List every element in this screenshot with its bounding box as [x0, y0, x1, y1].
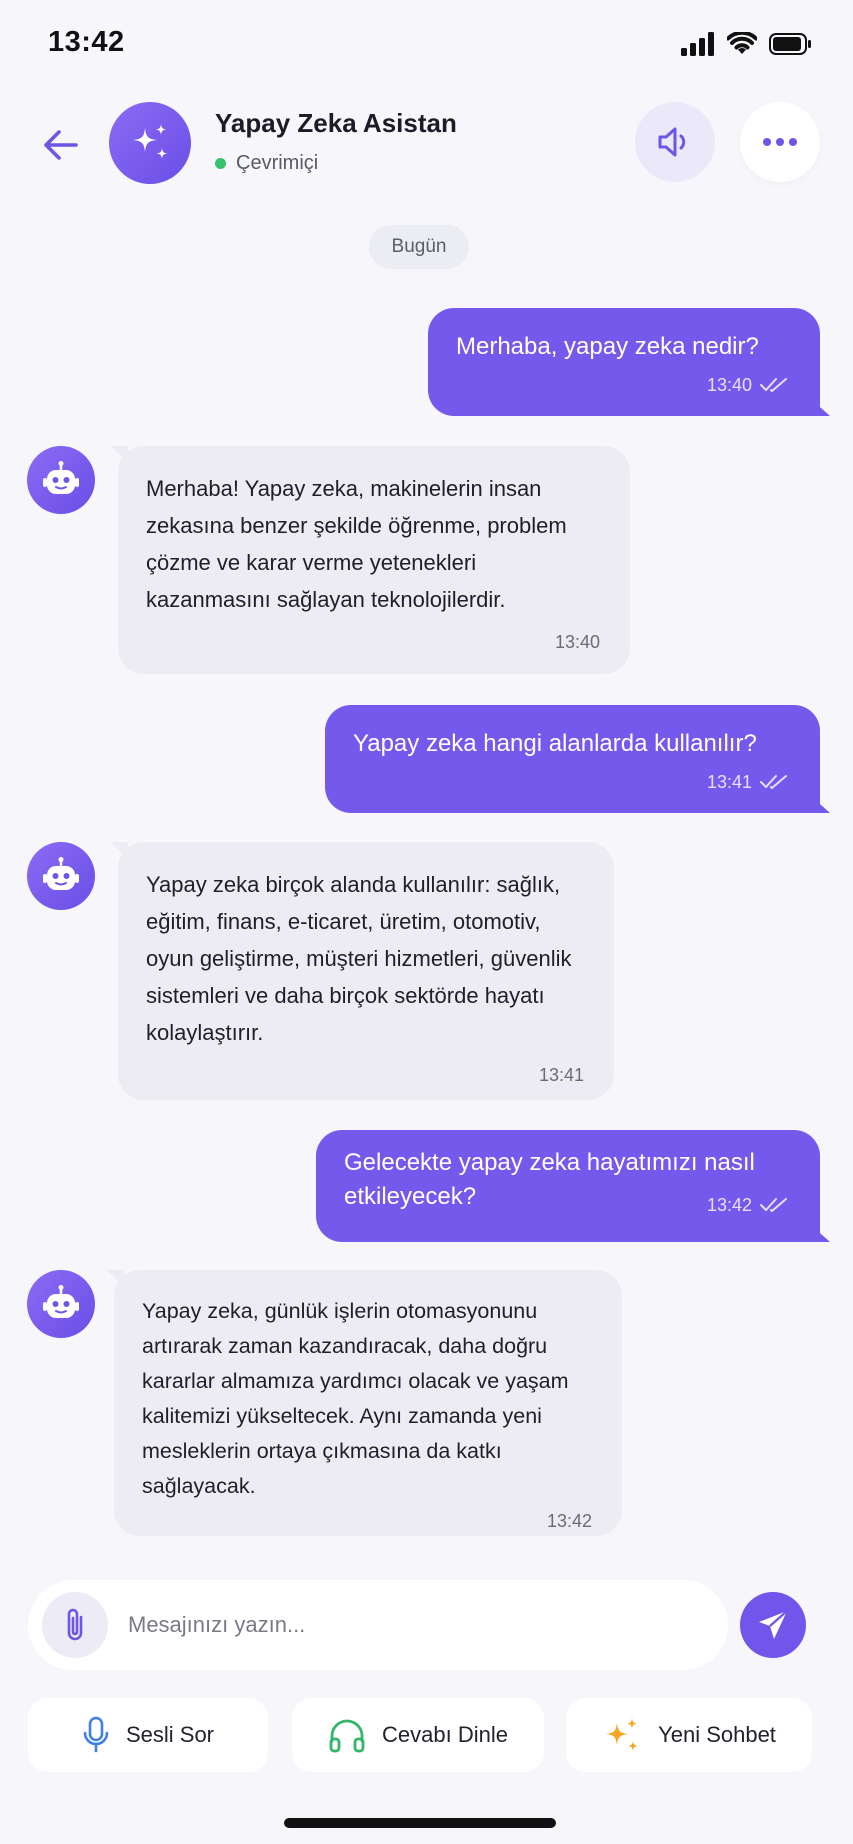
- double-check-icon: [760, 1198, 787, 1212]
- message-time: 13:42: [706, 1195, 752, 1215]
- speaker-button[interactable]: [635, 102, 715, 182]
- double-check-icon: [760, 775, 787, 789]
- chat-header: Yapay Zeka Asistan Çevrimiçi: [0, 90, 853, 200]
- paperclip-icon: [67, 1608, 83, 1641]
- speaker-icon: [658, 127, 686, 157]
- attach-button[interactable]: [42, 1592, 108, 1658]
- user-message: Merhaba, yapay zeka nedir? 13:40: [428, 308, 830, 416]
- quick-action-new-chat[interactable]: Yeni Sohbet: [566, 1698, 812, 1772]
- microphone-icon: [83, 1716, 109, 1753]
- message-composer: [28, 1580, 728, 1670]
- message-text: Yapay zeka hangi alanlarda kullanılır?: [353, 730, 757, 757]
- assistant-message: Yapay zeka, günlük işlerin otomasyonunu …: [106, 1270, 622, 1536]
- sparkles-icon: [606, 1718, 639, 1751]
- send-icon: [759, 1610, 788, 1639]
- quick-action-listen-answer[interactable]: Cevabı Dinle: [292, 1698, 544, 1772]
- message-text: Yapay zeka, günlük işlerin otomasyonunu …: [142, 1299, 569, 1498]
- robot-icon: [43, 461, 79, 494]
- bot-avatar: [27, 1270, 95, 1338]
- status-time: 13:42: [48, 26, 125, 58]
- message-time: 13:40: [706, 375, 752, 395]
- headphones-icon: [329, 1719, 365, 1753]
- bot-avatar: [27, 842, 95, 910]
- message-time: 13:41: [538, 1065, 584, 1085]
- assistant-avatar: [109, 102, 191, 184]
- message-meta: 13:40: [456, 368, 788, 402]
- more-horizontal-icon: [763, 138, 797, 146]
- quick-action-label: Cevabı Dinle: [382, 1722, 508, 1747]
- sparkles-icon: [133, 124, 168, 159]
- assistant-message: Merhaba! Yapay zeka, makinelerin insan z…: [110, 446, 630, 674]
- message-input[interactable]: [128, 1602, 708, 1648]
- robot-icon: [43, 857, 79, 890]
- home-indicator: [284, 1818, 556, 1828]
- status-bar: 13:42: [0, 0, 853, 90]
- assistant-message: Yapay zeka birçok alanda kullanılır: sağ…: [110, 842, 614, 1100]
- online-dot: [215, 158, 226, 169]
- user-message: Gelecekte yapay zeka hayatımızı nasıl et…: [316, 1130, 830, 1242]
- quick-action-label: Sesli Sor: [125, 1722, 215, 1747]
- message-time: 13:41: [706, 772, 752, 792]
- assistant-name: Yapay Zeka Asistan: [215, 108, 457, 138]
- send-button[interactable]: [740, 1592, 806, 1658]
- quick-action-voice-ask[interactable]: Sesli Sor: [28, 1698, 268, 1772]
- more-options-button[interactable]: [740, 102, 820, 182]
- back-button[interactable]: [36, 120, 86, 170]
- message-meta: 13:41: [353, 765, 788, 799]
- wifi-icon: [727, 32, 757, 56]
- quick-action-label: Yeni Sohbet: [658, 1722, 776, 1747]
- double-check-icon: [760, 378, 787, 392]
- bot-avatar: [27, 446, 95, 514]
- message-time: 13:40: [554, 632, 600, 652]
- date-separator: Bugün: [369, 225, 469, 269]
- online-status-label: Çevrimiçi: [236, 152, 319, 174]
- message-time: 13:42: [546, 1511, 592, 1531]
- message-text: Merhaba, yapay zeka nedir?: [456, 333, 759, 360]
- message-text: Merhaba! Yapay zeka, makinelerin insan z…: [146, 476, 567, 612]
- cellular-signal-icon: [681, 32, 715, 56]
- status-icons: [681, 30, 813, 58]
- message-text: Yapay zeka birçok alanda kullanılır: sağ…: [146, 872, 572, 1045]
- user-message: Yapay zeka hangi alanlarda kullanılır? 1…: [325, 705, 830, 813]
- online-status: Çevrimiçi: [215, 152, 318, 175]
- arrow-left-icon: [44, 130, 78, 160]
- battery-icon: [769, 32, 813, 56]
- robot-icon: [43, 1285, 79, 1318]
